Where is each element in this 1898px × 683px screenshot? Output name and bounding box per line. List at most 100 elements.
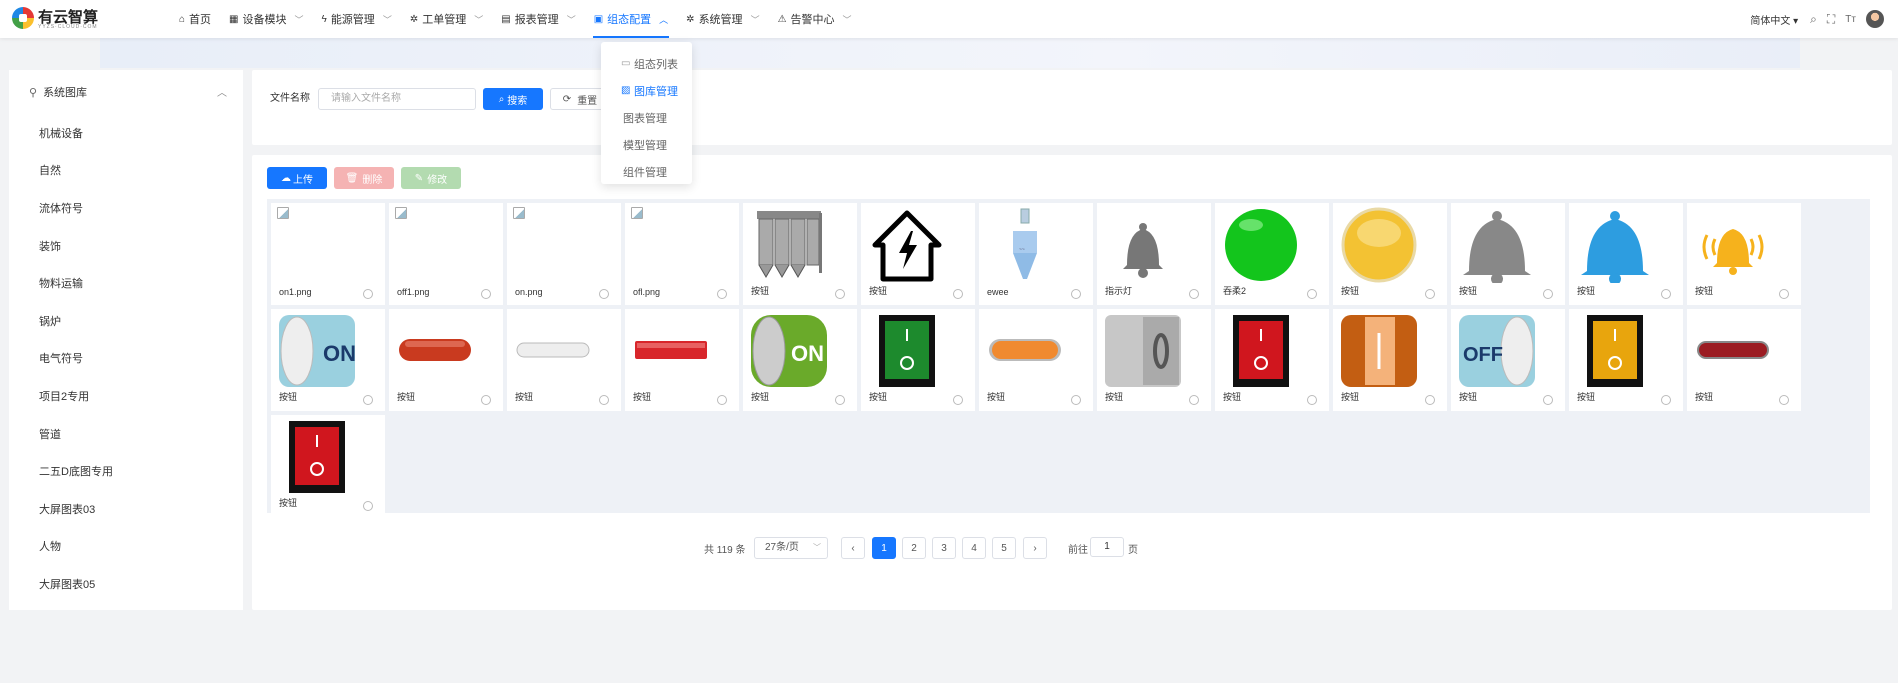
sidebar-item[interactable]: 流体符号	[9, 189, 243, 227]
nav-item-7[interactable]: ⚠ 告警中心 ﹀	[769, 0, 861, 38]
gallery-tile[interactable]: OFF 按钮	[1451, 309, 1565, 411]
next-page-button[interactable]: ›	[1023, 537, 1047, 559]
gallery-tile[interactable]: ON 按钮	[271, 309, 385, 411]
page-button-4[interactable]: 4	[962, 537, 986, 559]
dropdown-item-4[interactable]: 组件管理	[601, 158, 692, 185]
fullscreen-icon[interactable]: ⛶	[1827, 12, 1835, 27]
select-radio[interactable]	[1071, 289, 1081, 299]
page-size-select[interactable]: 27条/页 ﹀	[754, 537, 828, 559]
sidebar-item[interactable]: 二五D底图专用	[9, 452, 243, 490]
select-radio[interactable]	[1425, 395, 1435, 405]
nav-item-5[interactable]: ▣ 组态配置 ︿	[585, 0, 677, 38]
select-radio[interactable]	[717, 395, 727, 405]
gallery-tile[interactable]: 指示灯	[1097, 203, 1211, 305]
select-radio[interactable]	[1543, 289, 1553, 299]
select-radio[interactable]	[599, 395, 609, 405]
gallery-tile[interactable]: 按钮	[861, 203, 975, 305]
select-radio[interactable]	[835, 395, 845, 405]
sidebar-item[interactable]: 管道	[9, 415, 243, 453]
nav-item-3[interactable]: ✲ 工单管理 ﹀	[401, 0, 492, 38]
sidebar-item[interactable]: 大屏图表03	[9, 490, 243, 528]
select-radio[interactable]	[481, 289, 491, 299]
sidebar-item[interactable]: 机械设备	[9, 114, 243, 152]
select-radio[interactable]	[363, 289, 373, 299]
gallery-tile[interactable]: on1.png	[271, 203, 385, 305]
font-size-icon[interactable]: Tт	[1845, 14, 1856, 25]
gallery-tile[interactable]: ON 按钮	[743, 309, 857, 411]
select-radio[interactable]	[1661, 289, 1671, 299]
gallery-tile[interactable]: 按钮	[625, 309, 739, 411]
select-radio[interactable]	[953, 289, 963, 299]
select-radio[interactable]	[599, 289, 609, 299]
select-radio[interactable]	[363, 501, 373, 511]
gallery-tile[interactable]: 按钮	[1097, 309, 1211, 411]
gallery-tile[interactable]: 按钮	[979, 309, 1093, 411]
select-radio[interactable]	[1307, 289, 1317, 299]
select-radio[interactable]	[1779, 395, 1789, 405]
sidebar-item[interactable]: 项目2专用	[9, 377, 243, 415]
filename-input[interactable]: 请输入文件名称	[318, 88, 476, 110]
gallery-tile[interactable]: 按钮	[743, 203, 857, 305]
select-radio[interactable]	[363, 395, 373, 405]
page-button-2[interactable]: 2	[902, 537, 926, 559]
gallery-tile[interactable]: 按钮	[1569, 203, 1683, 305]
search-button[interactable]: ⌕ 搜索	[483, 88, 543, 110]
gallery-tile[interactable]: 吞柔2	[1215, 203, 1329, 305]
gallery-tile[interactable]: 按钮	[1687, 203, 1801, 305]
logo[interactable]: 有云智算 YYZS·CLOUD·COM	[12, 7, 98, 30]
gallery-tile[interactable]: off1.png	[389, 203, 503, 305]
prev-page-button[interactable]: ‹	[841, 537, 865, 559]
sidebar-item[interactable]: 装饰	[9, 227, 243, 265]
nav-item-2[interactable]: ϟ 能源管理 ﹀	[313, 0, 401, 38]
select-radio[interactable]	[1189, 395, 1199, 405]
select-radio[interactable]	[1425, 289, 1435, 299]
select-radio[interactable]	[1661, 395, 1671, 405]
sidebar-item[interactable]: 大屏图表05	[9, 565, 243, 603]
sidebar-item[interactable]: 物料运输	[9, 264, 243, 302]
sidebar-item[interactable]: 自然	[9, 152, 243, 190]
upload-button[interactable]: ☁ 上传	[267, 167, 327, 189]
dropdown-item-0[interactable]: ▭ 组态列表	[601, 50, 692, 77]
select-radio[interactable]	[1779, 289, 1789, 299]
nav-item-4[interactable]: ▤ 报表管理 ﹀	[492, 0, 584, 38]
gallery-tile[interactable]: on.png	[507, 203, 621, 305]
gallery-tile[interactable]: 按钮	[861, 309, 975, 411]
gallery-tile[interactable]: 按钮	[389, 309, 503, 411]
gallery-tile[interactable]: 按钮	[271, 415, 385, 517]
gallery-tile[interactable]: 按钮	[1687, 309, 1801, 411]
sidebar-header[interactable]: ⚲ 系统图库 ︿	[9, 70, 243, 114]
select-radio[interactable]	[1189, 289, 1199, 299]
sidebar-item[interactable]: 锅炉	[9, 302, 243, 340]
avatar[interactable]	[1866, 10, 1884, 28]
chevron-up-icon[interactable]: ︿	[217, 84, 227, 99]
nav-item-1[interactable]: ▦ 设备模块 ﹀	[220, 0, 312, 38]
dropdown-item-1[interactable]: ▨ 图库管理	[601, 77, 692, 104]
gallery-tile[interactable]: 按钮	[1333, 309, 1447, 411]
select-radio[interactable]	[481, 395, 491, 405]
goto-page-input[interactable]: 1	[1090, 537, 1124, 557]
edit-button[interactable]: ✎ 修改	[401, 167, 461, 189]
dropdown-item-2[interactable]: 图表管理	[601, 104, 692, 131]
nav-item-6[interactable]: ✲ 系统管理 ﹀	[677, 0, 768, 38]
gallery-tile[interactable]: ofl.png	[625, 203, 739, 305]
search-icon[interactable]: ⌕	[1810, 12, 1817, 27]
select-radio[interactable]	[953, 395, 963, 405]
gallery-tile[interactable]: 按钮	[507, 309, 621, 411]
dropdown-item-3[interactable]: 模型管理	[601, 131, 692, 158]
gallery-tile[interactable]: ~~ ewee	[979, 203, 1093, 305]
page-button-5[interactable]: 5	[992, 537, 1016, 559]
language-select[interactable]: 简体中文 ▾	[1750, 12, 1798, 27]
select-radio[interactable]	[717, 289, 727, 299]
select-radio[interactable]	[1307, 395, 1317, 405]
gallery-tile[interactable]: 按钮	[1333, 203, 1447, 305]
select-radio[interactable]	[1543, 395, 1553, 405]
sidebar-item[interactable]: 电气符号	[9, 340, 243, 378]
gallery-tile[interactable]: 按钮	[1451, 203, 1565, 305]
gallery-tile[interactable]: 按钮	[1569, 309, 1683, 411]
page-button-3[interactable]: 3	[932, 537, 956, 559]
select-radio[interactable]	[1071, 395, 1081, 405]
nav-item-0[interactable]: ⌂ 首页	[170, 0, 220, 38]
page-button-1[interactable]: 1	[872, 537, 896, 559]
gallery-tile[interactable]: 按钮	[1215, 309, 1329, 411]
select-radio[interactable]	[835, 289, 845, 299]
